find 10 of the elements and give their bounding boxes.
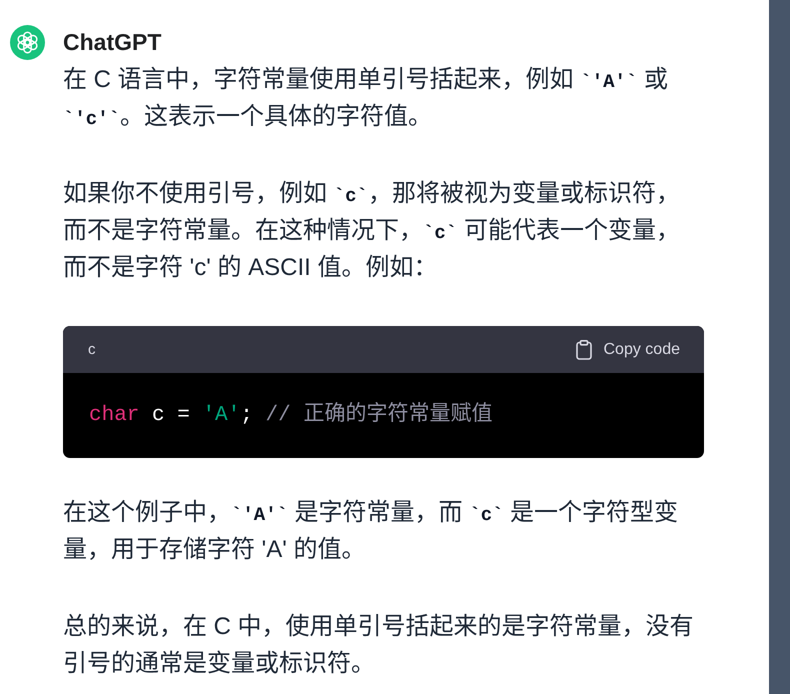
message-paragraph: 在 C 语言中，字符常量使用单引号括起来，例如 `'A'` 或 `'c'`。这表示一个具体的字符值。	[63, 65, 670, 132]
message-paragraph: 如果你不使用引号，例如 `c`，那将被视为变量或标识符，而不是字符常量。在这种情况下，`c` 可能代表一个变量，而不是字符 'c' 的 ASCII 值。例如：	[63, 179, 681, 283]
assistant-logo-icon	[10, 25, 45, 60]
clipboard-icon	[576, 340, 592, 360]
message-paragraph: 在这个例子中，`'A'` 是字符常量，而 `c` 是一个字符型变量，用于存储字符 'A' 的值。	[63, 498, 680, 565]
copy-code-button[interactable]: Copy code	[576, 340, 680, 360]
message-paragraph: 总的来说，在 C 中，使用单引号括起来的是字符常量，没有引号的通常是变量或标识符。	[63, 612, 695, 679]
code-line: char c = 'A'; // 正确的字符常量赋值	[89, 402, 492, 428]
code-language-label: c	[88, 341, 96, 358]
author-name: ChatGPT	[63, 28, 162, 57]
